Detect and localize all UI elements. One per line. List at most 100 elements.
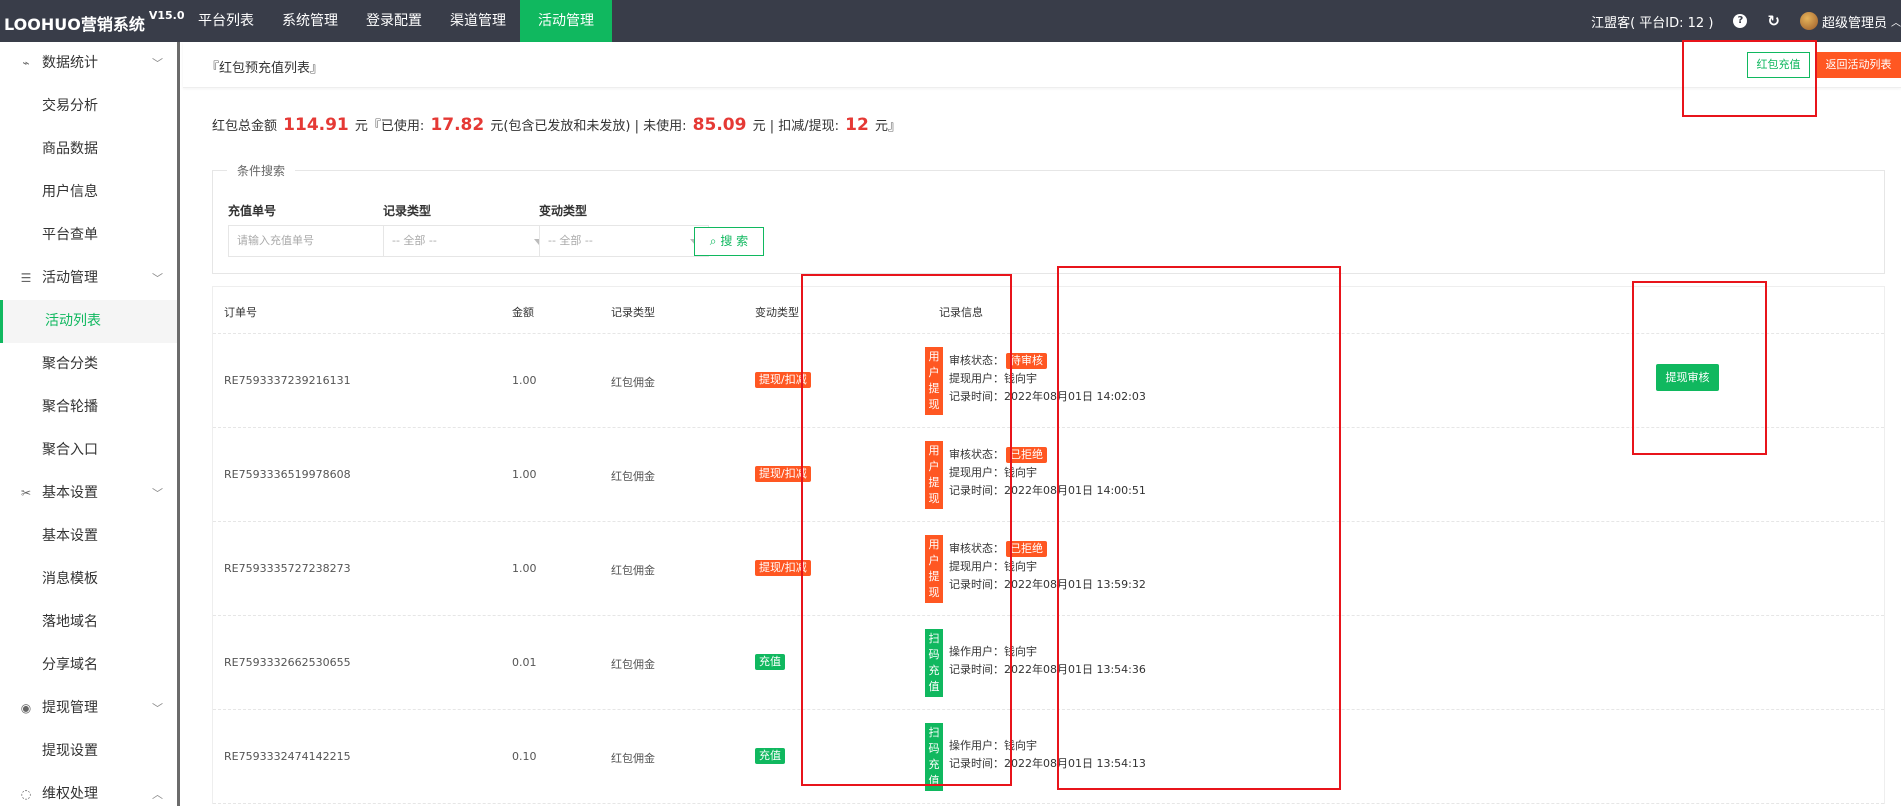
sidebar-group-label: 维权处理	[42, 786, 98, 802]
summary-deduct-label: 元 | 扣减/提现:	[752, 119, 839, 134]
list-icon: ☰	[20, 271, 32, 285]
topnav-activity[interactable]: 活动管理	[520, 0, 612, 42]
recharge-button[interactable]: 红包充值	[1747, 52, 1810, 78]
topnav-channel[interactable]: 渠道管理	[436, 0, 520, 42]
change-type-cell: 充值	[755, 748, 785, 764]
sidebar-item[interactable]: 商品数据	[0, 128, 177, 171]
record-info-text: 操作用户：钱向宇	[949, 739, 1037, 752]
withdraw-review-button[interactable]: 提现审核	[1656, 364, 1719, 391]
sidebar-item[interactable]: 平台查单	[0, 214, 177, 257]
sidebar-group-label: 活动管理	[42, 270, 98, 286]
record-info: 审核状态： 已拒绝 提现用户：钱向宇 记录时间：2022年08月01日 13:59:3…	[949, 540, 1146, 594]
record-info-text: 审核状态：	[949, 542, 1004, 555]
app-logo[interactable]: LOOHUO营销系统 V15.0	[4, 9, 184, 35]
change-type-badge: 提现/扣减	[755, 372, 811, 388]
sidebar-item[interactable]: 交易分析	[0, 85, 177, 128]
record-info: 操作用户：钱向宇记录时间：2022年08月01日 13:54:13	[949, 737, 1146, 773]
chevron-down-icon: ﹀	[152, 57, 163, 70]
change-type-select[interactable]: -- 全部 --	[539, 225, 709, 257]
record-info-text: 记录时间：2022年08月01日 13:54:13	[949, 757, 1146, 770]
search-button[interactable]: ⌕ 搜 索	[694, 227, 764, 256]
sidebar-group[interactable]: ◉ 提现管理 ﹀	[0, 687, 177, 730]
th-order-no: 订单号	[224, 306, 257, 319]
summary-prefix: 红包总金额	[212, 119, 278, 134]
record-info-line: 审核状态： 已拒绝	[949, 446, 1146, 464]
record-info-text: 提现用户：钱向宇	[949, 560, 1037, 573]
sidebar-group[interactable]: ◌ 维权处理 ︿	[0, 773, 177, 806]
record-info-line: 审核状态： 已拒绝	[949, 540, 1146, 558]
record-source-tag: 用户提现	[925, 441, 943, 509]
record-source-tag: 扫码充值	[925, 629, 943, 697]
order-no-cell: RE7593337239216131	[224, 374, 351, 387]
chevron-down-icon: ﹀	[152, 487, 163, 500]
record-info: 审核状态： 待审核 提现用户：钱向宇 记录时间：2022年08月01日 14:02:0…	[949, 352, 1146, 406]
sidebar-item[interactable]: 基本设置	[0, 515, 177, 558]
help-icon[interactable]: ?	[1733, 14, 1748, 28]
main-content: 『红包预充值列表』 红包充值 返回活动列表 红包总金额 114.91 元『已使用…	[183, 42, 1901, 806]
record-info-text: 提现用户：钱向宇	[949, 466, 1037, 479]
record-type-select[interactable]: -- 全部 --	[383, 225, 553, 257]
sidebar-item[interactable]: 消息模板	[0, 558, 177, 601]
order-no-input[interactable]: 请输入充值单号	[228, 225, 398, 257]
record-info-line: 记录时间：2022年08月01日 14:00:51	[949, 482, 1146, 500]
chevron-down-icon: ﹀	[152, 272, 163, 285]
table-row: RE7593335727238273 1.00 红包佣金 提现/扣减 用户提现审核状态：…	[213, 522, 1884, 616]
change-type-label: 变动类型	[539, 204, 588, 218]
change-type-badge: 充值	[755, 748, 785, 764]
order-no-cell: RE7593332662530655	[224, 656, 351, 669]
record-info-line: 提现用户：钱向宇	[949, 464, 1146, 482]
change-type-badge: 充值	[755, 654, 785, 670]
th-record-info: 记录信息	[939, 306, 983, 319]
sidebar-group[interactable]: ✂ 基本设置 ﹀	[0, 472, 177, 515]
record-type-cell: 红包佣金	[611, 752, 655, 765]
balance-summary: 红包总金额 114.91 元『已使用: 17.82 元(包含已发放和未发放) |…	[212, 115, 901, 135]
sidebar-group-label: 基本设置	[42, 485, 98, 501]
amount-cell: 1.00	[512, 562, 537, 575]
sidebar-group[interactable]: ☰ 活动管理 ﹀	[0, 257, 177, 300]
topnav-system[interactable]: 系统管理	[268, 0, 352, 42]
sidebar-item[interactable]: 聚合轮播	[0, 386, 177, 429]
th-record-type: 记录类型	[611, 306, 655, 319]
record-type-cell: 红包佣金	[611, 376, 655, 389]
sidebar-item[interactable]: 聚合分类	[0, 343, 177, 386]
sidebar-group[interactable]: ⌁ 数据统计 ﹀	[0, 42, 177, 85]
sidebar-item[interactable]: 活动列表	[0, 300, 177, 343]
order-no-cell: RE7593336519978608	[224, 468, 351, 481]
sidebar-group-label: 提现管理	[42, 700, 98, 716]
amount-cell: 0.01	[512, 656, 537, 669]
record-info-text: 记录时间：2022年08月01日 14:00:51	[949, 484, 1146, 497]
avatar[interactable]	[1799, 12, 1818, 30]
record-source-tag: 用户提现	[925, 347, 943, 415]
sidebar-item[interactable]: 分享域名	[0, 644, 177, 687]
chevron-up-icon[interactable]: ︿	[1891, 14, 1901, 29]
record-info-text: 审核状态：	[949, 448, 1004, 461]
change-type-badge: 提现/扣减	[755, 560, 811, 576]
sidebar-item[interactable]: 用户信息	[0, 171, 177, 214]
sidebar-item[interactable]: 落地域名	[0, 601, 177, 644]
top-bar: LOOHUO营销系统 V15.0 平台列表 系统管理 登录配置 渠道管理 活动管理…	[0, 0, 1901, 42]
review-status-badge: 待审核	[1006, 353, 1047, 369]
search-legend: 条件搜索	[227, 162, 296, 179]
record-info: 操作用户：钱向宇 记录时间：2022年08月01日 13:54:36	[949, 643, 1146, 679]
table-row: RE7593332474142215 0.10 红包佣金 充值 扫码充值操作用户：钱向宇…	[213, 710, 1884, 804]
record-type-label: 记录类型	[383, 204, 432, 218]
sidebar-item[interactable]: 提现设置	[0, 730, 177, 773]
record-info-text: 记录时间：2022年08月01日 14:02:03	[949, 390, 1146, 403]
header-bar: 『红包预充值列表』 红包充值 返回活动列表	[183, 42, 1901, 88]
record-type-cell: 红包佣金	[611, 658, 655, 671]
sidebar-item[interactable]: 聚合入口	[0, 429, 177, 472]
topnav-platform-list[interactable]: 平台列表	[184, 0, 268, 42]
record-type-cell: 红包佣金	[611, 470, 655, 483]
summary-unused-label: 元(包含已发放和未发放) | 未使用:	[490, 119, 687, 134]
platform-info[interactable]: 江盟客( 平台ID: 12 )	[1591, 12, 1713, 31]
back-to-activity-list-button[interactable]: 返回活动列表	[1816, 52, 1901, 78]
topnav-login-config[interactable]: 登录配置	[352, 0, 436, 42]
breadcrumb: 『红包预充值列表』	[206, 61, 324, 76]
review-status-badge: 已拒绝	[1006, 447, 1047, 463]
amount-cell: 1.00	[512, 468, 537, 481]
record-info-text: 审核状态：	[949, 354, 1004, 367]
th-change-type: 变动类型	[755, 306, 799, 319]
user-name[interactable]: 超级管理员	[1822, 12, 1887, 31]
refresh-icon[interactable]: ↻	[1767, 12, 1780, 30]
record-info: 审核状态： 已拒绝提现用户：钱向宇记录时间：2022年08月01日 14:00:5…	[949, 446, 1146, 500]
